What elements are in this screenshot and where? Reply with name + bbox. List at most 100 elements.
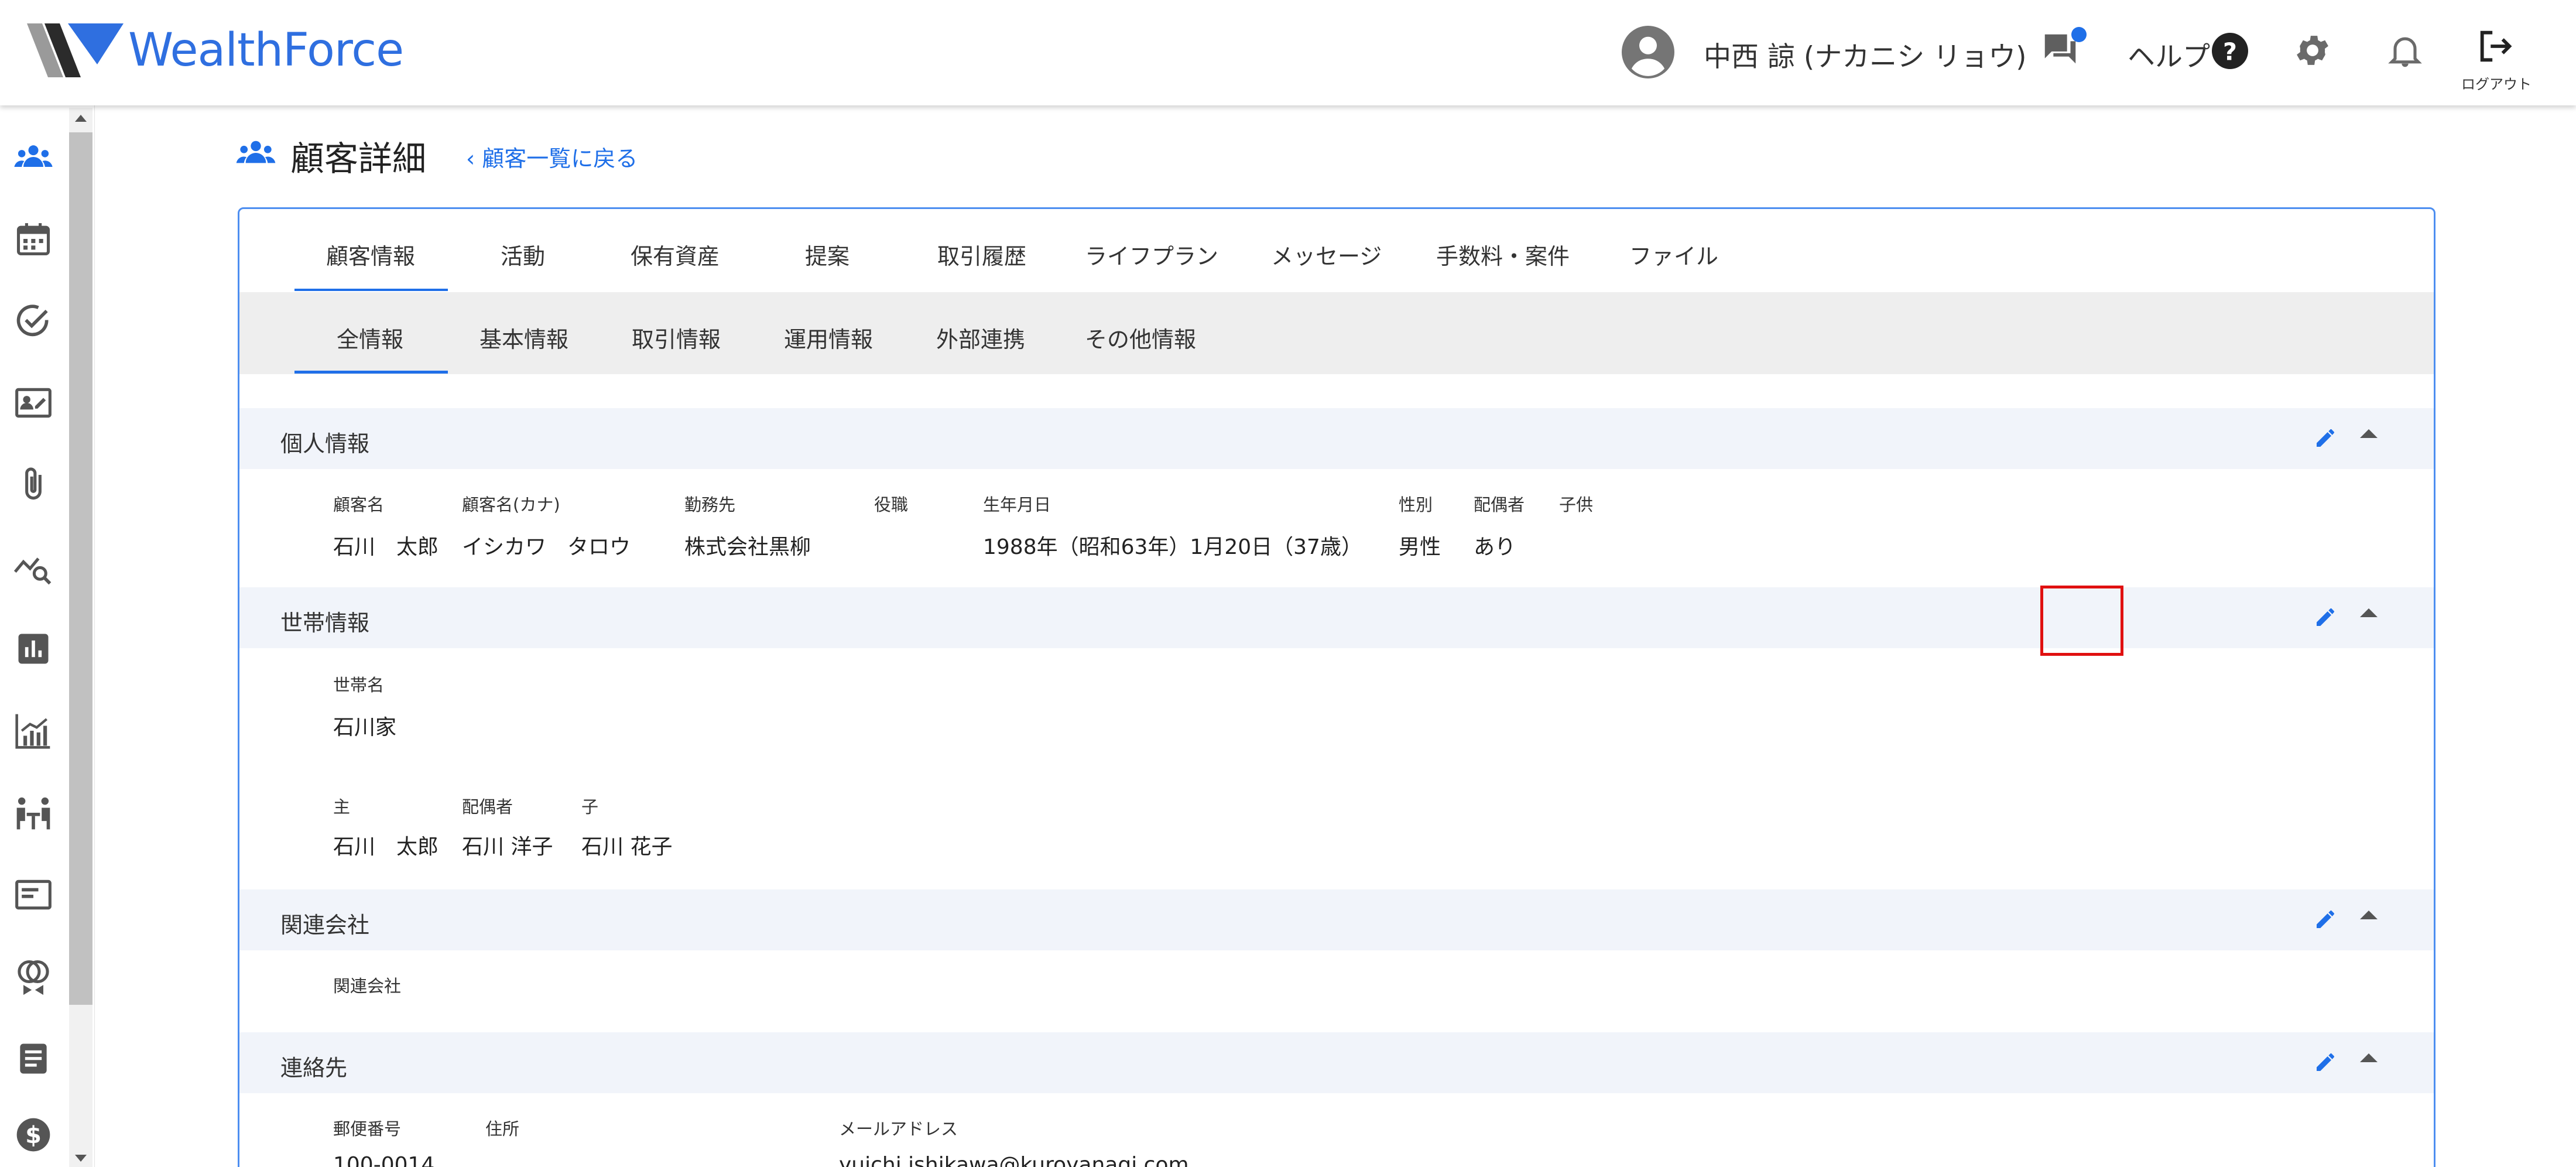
svg-text:$: $ bbox=[25, 1122, 42, 1149]
account-circle-icon[interactable] bbox=[1622, 26, 1674, 78]
user-name[interactable]: 中西 諒 (ナカニシ リョウ) bbox=[1704, 34, 2027, 74]
tab-proposals[interactable]: 提案 bbox=[805, 238, 849, 271]
users-icon bbox=[14, 145, 53, 167]
scrollbar-thumb[interactable] bbox=[69, 132, 93, 1005]
help-label[interactable]: ヘルプ bbox=[2128, 34, 2210, 74]
value-birthdate: 1988年（昭和63年）1月20日（37歳） bbox=[983, 535, 1362, 559]
edit-personal-button[interactable] bbox=[2306, 419, 2345, 457]
sidebar-item-matching[interactable] bbox=[13, 943, 54, 1011]
tab-activities[interactable]: 活動 bbox=[501, 238, 545, 271]
edit-contact-button[interactable] bbox=[2306, 1043, 2345, 1082]
value-household-head: 石川 太郎 bbox=[333, 835, 439, 859]
label-household-spouse: 配偶者 bbox=[462, 797, 513, 817]
sub-tabs: 全情報 基本情報 取引情報 運用情報 外部連携 その他情報 bbox=[239, 292, 2434, 374]
tab-holdings[interactable]: 保有資産 bbox=[631, 238, 720, 271]
edit-household-button[interactable] bbox=[2306, 598, 2345, 636]
tab-life-plan[interactable]: ライフプラン bbox=[1085, 238, 1218, 271]
meeting-icon bbox=[16, 797, 50, 830]
active-subtab-indicator bbox=[294, 371, 448, 374]
tab-customer-info[interactable]: 顧客情報 bbox=[326, 238, 415, 271]
edit-related-button[interactable] bbox=[2306, 900, 2345, 939]
help-icon[interactable]: ? bbox=[2212, 33, 2248, 69]
value-spouse: あり bbox=[1474, 535, 1516, 559]
section-related-title: 関連会社 bbox=[280, 912, 370, 938]
back-to-customer-list-link[interactable]: ‹ 顧客一覧に戻る bbox=[466, 141, 638, 173]
pencil-icon bbox=[2317, 911, 2334, 928]
dollar-icon: $ bbox=[16, 1118, 50, 1152]
label-household-child: 子 bbox=[581, 797, 599, 817]
collapse-personal-icon[interactable] bbox=[2360, 429, 2378, 438]
tab-files[interactable]: ファイル bbox=[1629, 238, 1718, 271]
sidebar-item-analysis[interactable] bbox=[13, 533, 54, 601]
sidebar-item-fees[interactable]: $ bbox=[13, 1101, 54, 1167]
section-related-header: 関連会社 bbox=[239, 889, 2434, 950]
label-employer: 勤務先 bbox=[684, 495, 736, 515]
bell-icon[interactable] bbox=[2385, 30, 2425, 70]
sidebar-item-attachments[interactable] bbox=[13, 451, 54, 519]
label-children: 子供 bbox=[1559, 495, 1594, 515]
scroll-down-arrow-icon[interactable] bbox=[75, 1155, 87, 1162]
collapse-related-icon[interactable] bbox=[2360, 911, 2378, 919]
collapse-contact-icon[interactable] bbox=[2360, 1053, 2378, 1062]
collapse-household-icon[interactable] bbox=[2360, 608, 2378, 617]
document-icon bbox=[20, 1043, 47, 1074]
back-link-label: 顧客一覧に戻る bbox=[482, 146, 638, 172]
label-spouse: 配偶者 bbox=[1474, 495, 1525, 515]
section-household-title: 世帯情報 bbox=[280, 610, 370, 636]
value-customer-kana: イシカワ タロウ bbox=[462, 535, 631, 559]
tab-transaction-history[interactable]: 取引履歴 bbox=[937, 238, 1026, 271]
value-household-spouse: 石川 洋子 bbox=[462, 835, 553, 859]
label-related-company: 関連会社 bbox=[333, 976, 402, 996]
rings-icon bbox=[18, 960, 49, 995]
sidebar-item-contacts[interactable] bbox=[13, 369, 54, 437]
label-customer-kana: 顧客名(カナ) bbox=[462, 495, 560, 515]
pencil-icon bbox=[2317, 1053, 2334, 1071]
label-email: メールアドレス bbox=[839, 1119, 958, 1139]
value-employer: 株式会社黒柳 bbox=[684, 535, 811, 559]
label-birthdate: 生年月日 bbox=[983, 495, 1051, 515]
sidebar-item-calendar[interactable] bbox=[13, 205, 54, 273]
pencil-icon bbox=[2317, 608, 2334, 626]
pencil-icon bbox=[2317, 429, 2334, 447]
sidebar-item-customers[interactable] bbox=[13, 123, 54, 191]
value-postal-code: 100-0014 bbox=[333, 1153, 435, 1167]
highlight-edit-household bbox=[2040, 586, 2123, 656]
sidebar-item-meetings[interactable] bbox=[13, 779, 54, 847]
subtab-all[interactable]: 全情報 bbox=[337, 321, 403, 354]
section-contact-title: 連絡先 bbox=[280, 1055, 348, 1081]
tab-fees-cases[interactable]: 手数料・案件 bbox=[1436, 238, 1570, 271]
subtab-investment[interactable]: 運用情報 bbox=[784, 321, 873, 354]
logout-icon[interactable] bbox=[2475, 26, 2516, 67]
sidebar-item-notices[interactable] bbox=[13, 861, 54, 929]
subtab-basic[interactable]: 基本情報 bbox=[479, 321, 568, 354]
app-header: WealthForce 中西 諒 (ナカニシ リョウ) ヘルプ ? ログアウト bbox=[0, 0, 2576, 105]
contact-card-icon bbox=[15, 388, 52, 418]
subtab-external[interactable]: 外部連携 bbox=[936, 321, 1025, 354]
value-household-child: 石川 花子 bbox=[581, 835, 673, 859]
wealthforce-logo[interactable]: WealthForce bbox=[27, 23, 404, 77]
label-gender: 性別 bbox=[1399, 495, 1433, 515]
brand-name: WealthForce bbox=[128, 24, 404, 77]
check-circle-icon bbox=[16, 304, 49, 337]
sidebar-item-reports[interactable] bbox=[13, 615, 54, 683]
label-household-name: 世帯名 bbox=[333, 675, 385, 695]
value-gender: 男性 bbox=[1399, 535, 1441, 559]
sidebar-item-performance[interactable] bbox=[13, 697, 54, 765]
gear-icon[interactable] bbox=[2293, 30, 2332, 70]
calendar-icon bbox=[16, 223, 50, 256]
subtab-transaction[interactable]: 取引情報 bbox=[632, 321, 721, 354]
tab-messages[interactable]: メッセージ bbox=[1271, 238, 1382, 271]
section-personal-header: 個人情報 bbox=[239, 408, 2434, 469]
paperclip-icon bbox=[25, 467, 42, 500]
scroll-up-arrow-icon[interactable] bbox=[75, 115, 87, 122]
sidebar-item-documents[interactable] bbox=[13, 1025, 54, 1093]
card-icon bbox=[15, 879, 52, 910]
value-email: yuichi.ishikawa@kuroyanagi.com bbox=[839, 1153, 1189, 1167]
bar-chart-icon bbox=[18, 634, 49, 664]
growth-chart-icon bbox=[15, 714, 50, 749]
wealthforce-logo-mark bbox=[27, 23, 124, 77]
logout-label[interactable]: ログアウト bbox=[2461, 73, 2532, 93]
subtab-other[interactable]: その他情報 bbox=[1085, 321, 1196, 354]
sidebar-item-tasks[interactable] bbox=[13, 287, 54, 355]
label-position: 役職 bbox=[874, 495, 909, 515]
